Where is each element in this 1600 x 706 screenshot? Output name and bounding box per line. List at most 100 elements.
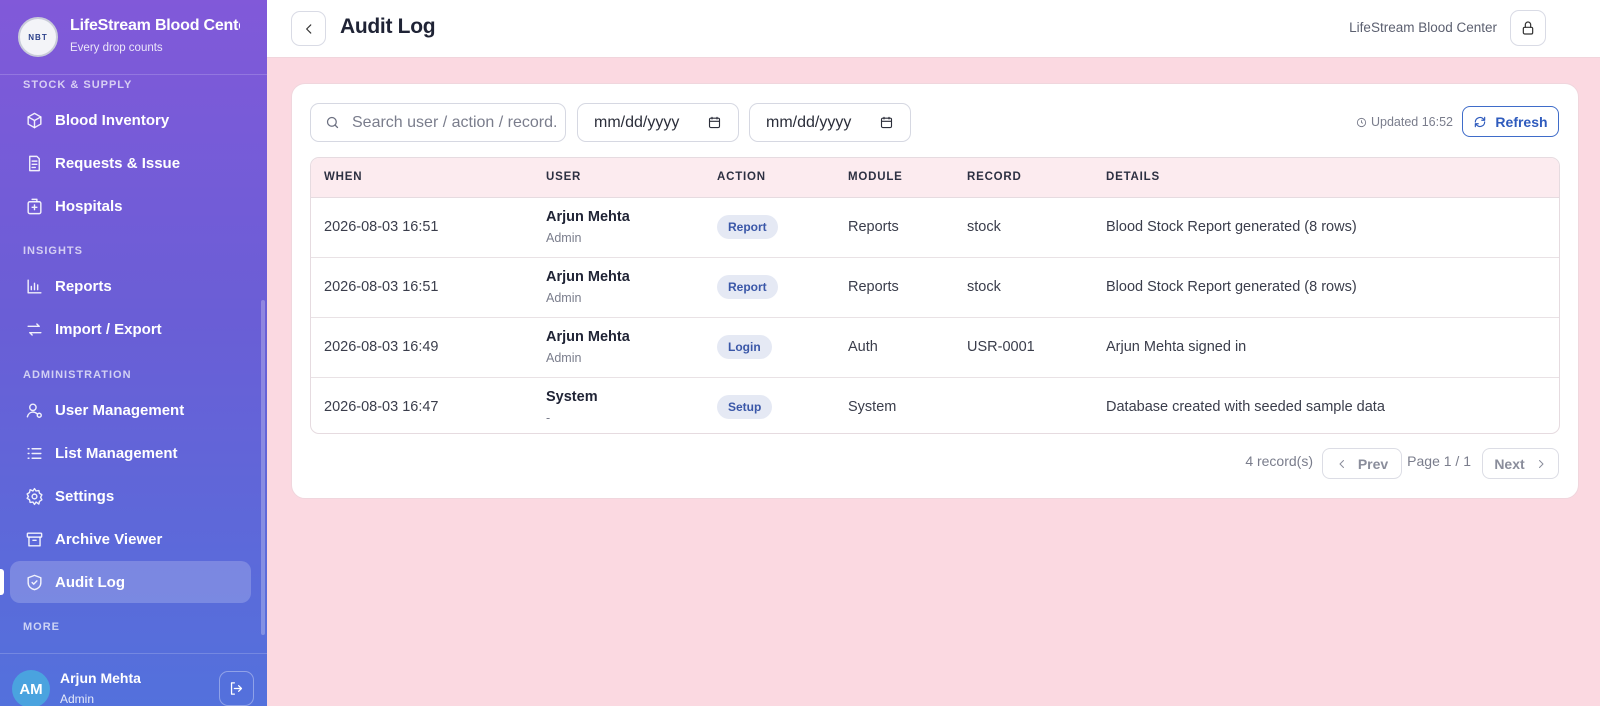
cell-user-role: Admin <box>546 351 582 365</box>
audit-log-card: mm/dd/yyyy mm/dd/yyyy Updated 16:52 Refr… <box>291 83 1579 499</box>
search-box[interactable] <box>310 103 566 142</box>
cell-when: 2026-08-03 16:51 <box>324 279 439 295</box>
record-count: 4 record(s) <box>1245 453 1313 469</box>
user-name: Arjun Mehta <box>60 670 141 686</box>
search-input[interactable] <box>352 113 557 132</box>
section-label-more: MORE <box>23 621 60 633</box>
action-badge: Report <box>717 275 778 299</box>
sidebar-item-audit-log[interactable]: Audit Log <box>10 561 251 603</box>
shield-check-icon <box>24 572 44 592</box>
org-name: LifeStream Blood Center <box>1349 20 1497 35</box>
cell-when: 2026-08-03 16:47 <box>324 399 439 415</box>
logout-icon <box>230 682 243 695</box>
gear-icon <box>24 486 44 506</box>
bar-chart-icon <box>24 276 44 296</box>
refresh-button[interactable]: Refresh <box>1462 106 1559 137</box>
prev-page-button[interactable]: Prev <box>1322 448 1402 479</box>
table-row[interactable]: 2026-08-03 16:51 Arjun Mehta Admin Repor… <box>311 258 1559 318</box>
sidebar-item-reports[interactable]: Reports <box>10 265 251 307</box>
cell-user-role: Admin <box>546 291 582 305</box>
cell-module: Reports <box>848 279 899 295</box>
transfer-icon <box>24 319 44 339</box>
column-header-record[interactable]: RECORD <box>967 171 1022 183</box>
cell-details: Arjun Mehta signed in <box>1106 339 1247 355</box>
prev-label: Prev <box>1357 455 1389 472</box>
cell-when: 2026-08-03 16:51 <box>324 219 439 235</box>
table-header: WHEN USER ACTION MODULE RECORD DETAILS <box>311 158 1559 198</box>
chevron-right-icon <box>1538 459 1544 468</box>
sidebar: NBT LifeStream Blood Center Every drop c… <box>0 0 267 706</box>
date-to-value: mm/dd/yyyy <box>766 113 852 131</box>
sidebar-item-label: Archive Viewer <box>55 530 163 548</box>
cell-module: Reports <box>848 219 899 235</box>
date-from-value: mm/dd/yyyy <box>594 113 680 131</box>
action-badge: Report <box>717 215 778 239</box>
top-bar: Audit Log LifeStream Blood Center <box>267 0 1600 58</box>
column-header-action[interactable]: ACTION <box>717 171 766 183</box>
brand-subtitle: Every drop counts <box>70 42 163 54</box>
chevron-left-icon <box>1339 459 1344 468</box>
active-indicator <box>0 569 4 595</box>
logout-button[interactable] <box>219 671 254 706</box>
lock-button[interactable] <box>1510 10 1546 46</box>
sidebar-user: AM Arjun Mehta Admin <box>0 653 267 706</box>
updated-timestamp: Updated 16:52 <box>1356 115 1453 129</box>
sidebar-item-label: Import / Export <box>55 320 162 338</box>
cell-user-name: Arjun Mehta <box>546 329 630 345</box>
search-icon <box>326 116 339 129</box>
cell-module: Auth <box>848 339 878 355</box>
brand-header: NBT LifeStream Blood Center Every drop c… <box>0 0 267 75</box>
list-icon <box>24 443 44 463</box>
sidebar-item-label: Reports <box>55 277 112 295</box>
cell-user-name: System <box>546 389 598 405</box>
sidebar-item-user-management[interactable]: User Management <box>10 389 251 431</box>
section-label-insights: INSIGHTS <box>23 245 83 257</box>
sidebar-item-archive-viewer[interactable]: Archive Viewer <box>10 518 251 560</box>
table-row[interactable]: 2026-08-03 16:47 System - Setup System D… <box>311 378 1559 433</box>
cell-record: stock <box>967 219 1001 235</box>
sidebar-item-list-management[interactable]: List Management <box>10 432 251 474</box>
cell-when: 2026-08-03 16:49 <box>324 339 439 355</box>
sidebar-item-blood-inventory[interactable]: Blood Inventory <box>10 99 251 141</box>
back-button[interactable] <box>291 11 326 46</box>
next-page-button[interactable]: Next <box>1482 448 1559 479</box>
sidebar-item-label: Hospitals <box>55 197 123 215</box>
column-header-when[interactable]: WHEN <box>324 171 362 183</box>
column-header-module[interactable]: MODULE <box>848 171 903 183</box>
sidebar-scrollbar[interactable] <box>261 300 265 635</box>
brand-title: LifeStream Blood Center <box>70 17 240 34</box>
cell-details: Blood Stock Report generated (8 rows) <box>1106 279 1357 295</box>
lock-icon <box>1522 21 1534 35</box>
action-badge: Login <box>717 335 772 359</box>
sidebar-item-requests[interactable]: Requests & Issue <box>10 142 251 184</box>
sidebar-item-import-export[interactable]: Import / Export <box>10 308 251 350</box>
user-cog-icon <box>24 400 44 420</box>
cell-details: Blood Stock Report generated (8 rows) <box>1106 219 1357 235</box>
page-info: Page 1 / 1 <box>1407 453 1471 469</box>
cell-record: USR-0001 <box>967 339 1035 355</box>
refresh-icon <box>1475 116 1486 127</box>
table-row[interactable]: 2026-08-03 16:51 Arjun Mehta Admin Repor… <box>311 198 1559 258</box>
cell-record: stock <box>967 279 1001 295</box>
table-row[interactable]: 2026-08-03 16:49 Arjun Mehta Admin Login… <box>311 318 1559 378</box>
column-header-details[interactable]: DETAILS <box>1106 171 1160 183</box>
sidebar-item-label: User Management <box>55 401 185 419</box>
sidebar-item-label: List Management <box>55 444 178 462</box>
date-from-input[interactable]: mm/dd/yyyy <box>577 103 739 142</box>
sidebar-item-label: Settings <box>55 487 115 505</box>
avatar[interactable]: AM <box>12 670 50 706</box>
chevron-left-icon <box>305 23 311 34</box>
archive-icon <box>24 529 44 549</box>
refresh-label: Refresh <box>1495 113 1548 130</box>
column-header-user[interactable]: USER <box>546 171 581 183</box>
sidebar-item-hospitals[interactable]: Hospitals <box>10 185 251 227</box>
sidebar-item-label: Blood Inventory <box>55 111 170 129</box>
section-label-administration: ADMINISTRATION <box>23 369 132 381</box>
cell-user-name: Arjun Mehta <box>546 209 630 225</box>
date-to-input[interactable]: mm/dd/yyyy <box>749 103 911 142</box>
next-label: Next <box>1494 455 1525 472</box>
cell-module: System <box>848 399 897 415</box>
sidebar-item-settings[interactable]: Settings <box>10 475 251 517</box>
sidebar-item-label: Audit Log <box>55 573 125 591</box>
sidebar-item-label: Requests & Issue <box>55 154 181 172</box>
